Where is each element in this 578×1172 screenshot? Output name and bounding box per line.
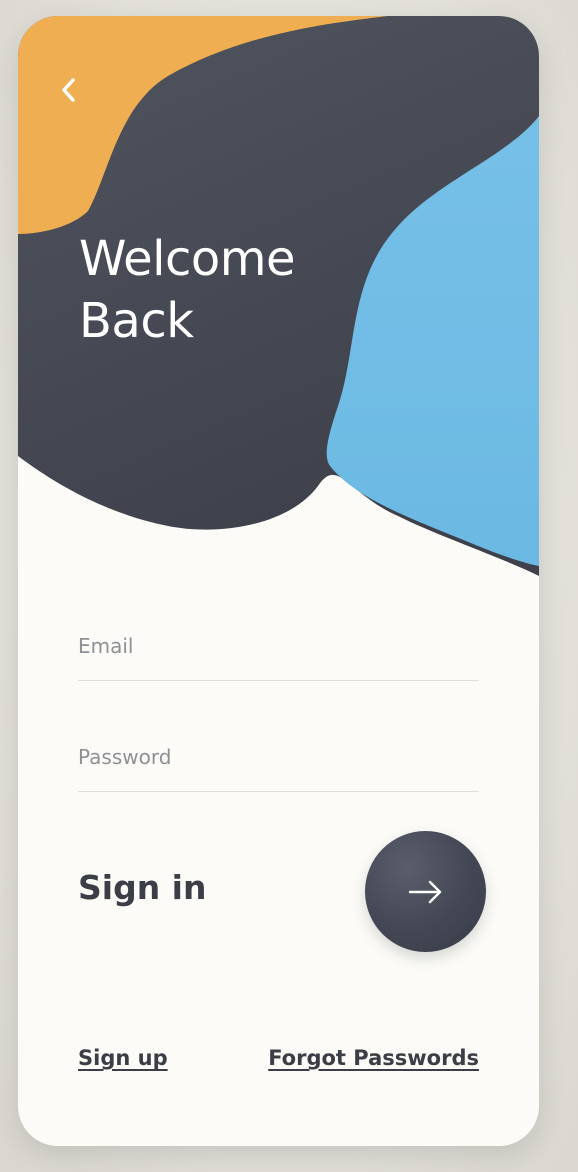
back-button[interactable] [54, 72, 84, 108]
title-line-back: Back [79, 293, 194, 349]
email-input[interactable] [78, 634, 479, 658]
password-field-container [78, 725, 479, 792]
sign-up-link[interactable]: Sign up [78, 1046, 168, 1070]
forgot-password-link[interactable]: Forgot Passwords [268, 1046, 479, 1070]
page-title: Welcome Back [79, 228, 296, 352]
title-line-welcome: Welcome [79, 231, 296, 287]
sign-in-label: Sign in [78, 868, 207, 907]
password-input[interactable] [78, 745, 479, 769]
login-card: Welcome Back Sign in Sign up Forgot Pass… [18, 16, 539, 1146]
sign-in-button[interactable] [365, 831, 486, 952]
arrow-right-icon [408, 880, 441, 903]
email-field-container [78, 614, 479, 681]
chevron-left-icon [62, 78, 75, 102]
